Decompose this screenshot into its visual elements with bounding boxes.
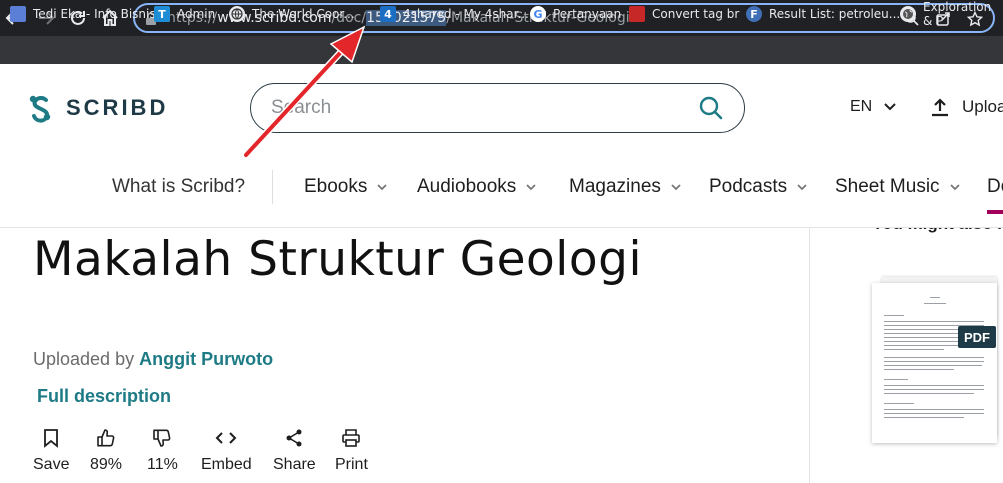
active-nav-underline bbox=[987, 210, 1003, 214]
chevron-down-icon bbox=[949, 183, 960, 190]
upload-label: Upload bbox=[962, 97, 1003, 116]
chevron-down-icon bbox=[526, 183, 536, 190]
bookmark-icon bbox=[10, 6, 26, 22]
action-label: Save bbox=[33, 456, 70, 473]
chevron-down-icon bbox=[797, 183, 807, 190]
bookmark-icon bbox=[44, 429, 59, 448]
action-label: Embed bbox=[201, 456, 252, 473]
nav-label: Ebooks bbox=[304, 176, 368, 197]
save-button[interactable]: Save bbox=[33, 428, 69, 474]
upload-icon bbox=[932, 98, 948, 117]
nav-sheet-music[interactable]: Sheet Music bbox=[835, 176, 960, 198]
t-icon: T bbox=[154, 6, 170, 22]
nav-divider bbox=[272, 170, 273, 204]
nav-label: Sheet Music bbox=[835, 176, 940, 197]
bookmark-item[interactable]: T Admin bbox=[154, 4, 215, 24]
full-description-link[interactable]: Full description bbox=[37, 386, 171, 407]
globe-icon bbox=[229, 6, 245, 22]
pdf-badge: PDF bbox=[958, 326, 996, 348]
embed-icon bbox=[215, 432, 237, 444]
nav-podcasts[interactable]: Podcasts bbox=[709, 176, 807, 198]
downvote-button[interactable]: 11% bbox=[147, 428, 178, 474]
language-label: EN bbox=[850, 98, 873, 115]
bookmark-item[interactable]: Exploration & P bbox=[900, 0, 1003, 28]
nav-what-is-scribd[interactable]: What is Scribd? bbox=[112, 176, 245, 198]
share-icon bbox=[286, 429, 302, 447]
bookmark-label: Result List: petroleu... bbox=[769, 7, 901, 21]
nav-label: Magazines bbox=[569, 176, 661, 197]
bookmarks-bar bbox=[0, 36, 1003, 64]
document-title: Makalah Struktur Geologi bbox=[33, 232, 643, 287]
scribd-logo[interactable]: SCRIBD bbox=[26, 92, 168, 124]
search-input[interactable] bbox=[271, 96, 671, 120]
logo-text: SCRIBD bbox=[66, 95, 169, 120]
bookmark-label: Admin bbox=[177, 7, 216, 21]
bookmark-label: The World Coor... bbox=[252, 7, 355, 21]
action-label: 11% bbox=[147, 456, 178, 473]
print-icon bbox=[342, 429, 361, 447]
author-link[interactable]: Anggit Purwoto bbox=[139, 349, 273, 369]
language-selector[interactable]: EN bbox=[850, 98, 896, 116]
action-label: Share bbox=[273, 456, 316, 473]
search-box[interactable] bbox=[250, 83, 745, 133]
print-button[interactable]: Print bbox=[335, 428, 368, 474]
bookmark-label: Pertanyaan bbox=[553, 7, 622, 21]
upload-button[interactable]: Upload bbox=[930, 97, 1003, 117]
chevron-down-icon bbox=[671, 183, 681, 190]
4shared-icon: 4 bbox=[380, 6, 396, 22]
related-document-thumbnail[interactable] bbox=[872, 283, 997, 443]
nav-documents[interactable]: Do bbox=[987, 176, 1003, 198]
convert-icon bbox=[629, 6, 645, 22]
nav-label: What is Scribd? bbox=[112, 176, 246, 197]
nav-audiobooks[interactable]: Audiobooks bbox=[417, 176, 536, 198]
chevron-down-icon bbox=[377, 183, 388, 190]
share-button[interactable]: Share bbox=[273, 428, 316, 474]
bookmark-item[interactable]: The World Coor... bbox=[229, 4, 355, 24]
google-icon: G bbox=[530, 6, 546, 22]
action-label: Print bbox=[335, 456, 368, 473]
bookmark-label: Exploration & P bbox=[923, 0, 992, 28]
scribd-logo-icon bbox=[29, 95, 51, 123]
chevron-down-icon bbox=[884, 103, 896, 111]
uploaded-by: Uploaded by Anggit Purwoto bbox=[33, 349, 273, 370]
search-icon[interactable] bbox=[698, 95, 724, 126]
bookmark-item[interactable]: F Result List: petroleu... bbox=[746, 4, 900, 24]
bookmark-label: Convert tag br bbox=[652, 7, 740, 21]
nav-label: Podcasts bbox=[709, 176, 788, 197]
bookmark-item[interactable]: 4 4shared - My 4shar... bbox=[380, 4, 529, 24]
action-label: 89% bbox=[90, 456, 123, 473]
nav-label: Audiobooks bbox=[417, 176, 517, 197]
bookmark-item[interactable]: Tedi Eka - Info Bisnis bbox=[10, 4, 156, 24]
nav-magazines[interactable]: Magazines bbox=[569, 176, 681, 198]
screenshot: https://www.scribd.com/doc/152021575/Mak… bbox=[0, 0, 1003, 483]
upvote-button[interactable]: 89% bbox=[90, 428, 122, 474]
bookmark-item[interactable]: G Pertanyaan bbox=[530, 4, 621, 24]
earth-icon bbox=[900, 6, 916, 22]
bookmark-label: Tedi Eka - Info Bisnis bbox=[33, 7, 156, 21]
nav-ebooks[interactable]: Ebooks bbox=[304, 176, 388, 198]
sidebar-divider bbox=[809, 228, 810, 483]
embed-button[interactable]: Embed bbox=[201, 428, 252, 474]
thumbs-down-icon bbox=[153, 429, 171, 447]
thumbs-up-icon bbox=[97, 429, 115, 447]
bookmark-label: 4shared - My 4shar... bbox=[403, 7, 529, 21]
bookmark-item[interactable]: Convert tag br bbox=[629, 4, 739, 24]
result-icon: F bbox=[746, 6, 762, 22]
uploaded-by-label: Uploaded by bbox=[33, 349, 135, 369]
nav-label: Do bbox=[987, 176, 1003, 197]
